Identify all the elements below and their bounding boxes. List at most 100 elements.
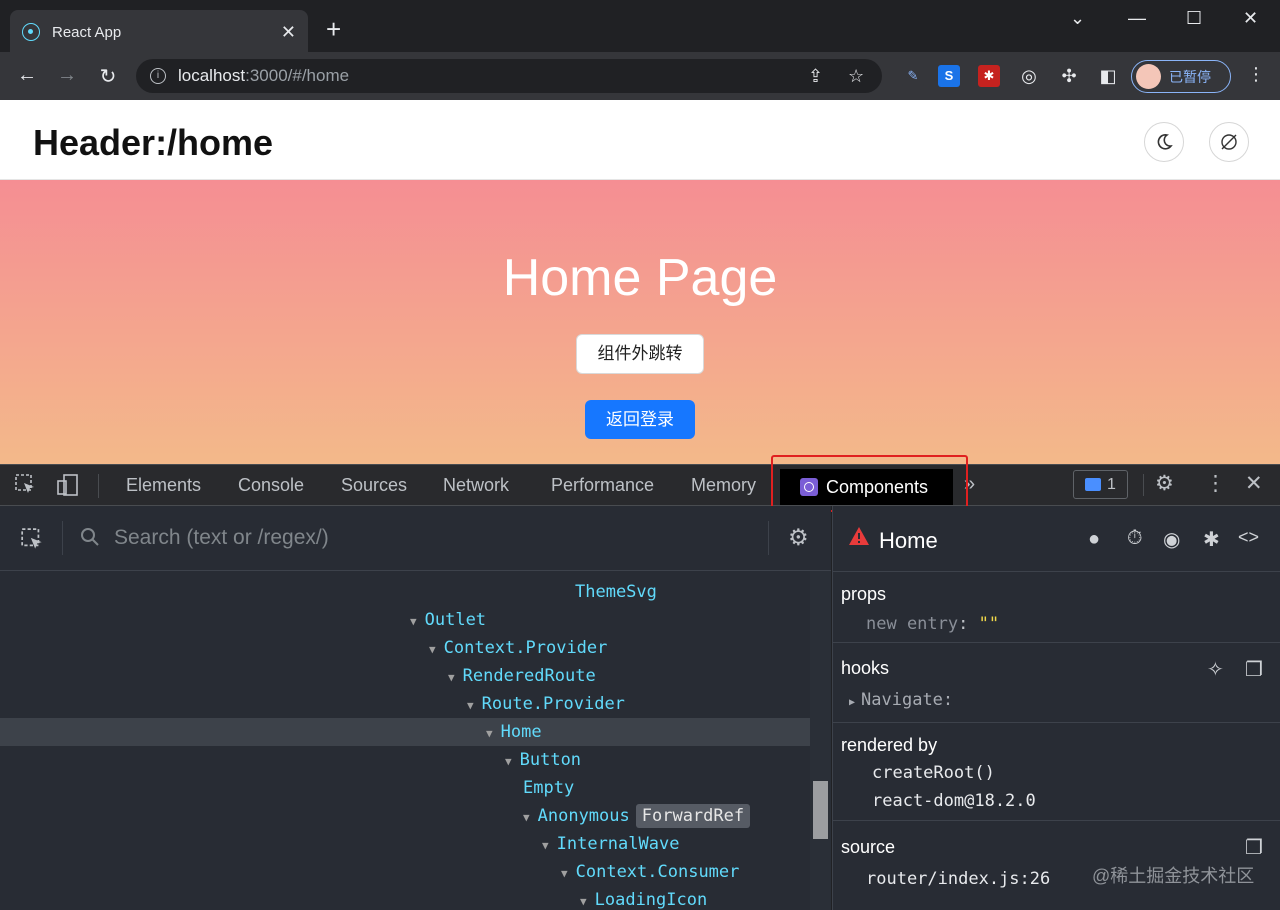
inspector-pane: Home ● ⏱ ◉ ✱ <> props new entry: "" hook… xyxy=(832,506,1280,910)
tree-settings-icon[interactable]: ⚙ xyxy=(788,524,809,551)
tree-node[interactable]: ▼ LoadingIcon xyxy=(0,886,810,910)
tree-node[interactable]: ▼ Outlet xyxy=(0,606,810,634)
tab-console[interactable]: Console xyxy=(238,475,304,496)
address-bar[interactable]: i localhost :3000/#/home xyxy=(136,59,882,93)
back-to-login-button[interactable]: 返回登录 xyxy=(585,400,695,439)
expand-arrow-icon[interactable]: ▶ xyxy=(849,697,855,708)
scrollbar-thumb[interactable] xyxy=(813,781,828,839)
bug-extension-icon[interactable]: ✱ xyxy=(978,65,1000,87)
collapse-arrow-icon[interactable]: ▼ xyxy=(523,811,530,824)
target-extension-icon[interactable]: ◎ xyxy=(1018,65,1040,87)
view-source-icon[interactable]: <> xyxy=(1238,527,1259,548)
tree-node-label: Outlet xyxy=(424,610,487,630)
divider xyxy=(1143,474,1144,496)
collapse-arrow-icon[interactable]: ▼ xyxy=(561,867,568,880)
divider xyxy=(62,521,63,555)
tree-node[interactable]: ▼ Route.Provider xyxy=(0,690,810,718)
component-tree-pane: Search (text or /regex/) ⚙ ThemeSvg ▼ Outl… xyxy=(0,506,831,910)
rendered-by-label: rendered by xyxy=(841,735,938,755)
tab-sources[interactable]: Sources xyxy=(341,475,407,496)
maximize-icon[interactable]: ☐ xyxy=(1186,8,1202,29)
timer-icon[interactable]: ⏱ xyxy=(1127,527,1143,550)
react-favicon-icon xyxy=(22,23,40,41)
tree-node[interactable]: ▼ Home xyxy=(0,718,810,746)
device-toolbar-icon[interactable] xyxy=(56,473,80,502)
chrome-menu-icon[interactable]: ⋮ xyxy=(1247,64,1265,85)
inspect-element-icon[interactable] xyxy=(14,473,38,502)
reload-icon[interactable]: ↻ xyxy=(96,64,120,89)
hero-title: Home Page xyxy=(502,249,778,307)
hero-section: Home Page 组件外跳转 返回登录 xyxy=(0,180,1280,464)
collapse-arrow-icon[interactable]: ▼ xyxy=(467,699,474,712)
tree-node[interactable]: ▼ Context.Provider xyxy=(0,634,810,662)
forward-icon[interactable]: → xyxy=(55,64,79,87)
renderer-create-root[interactable]: createRoot() xyxy=(872,763,995,783)
tab-close-icon[interactable]: ✕ xyxy=(281,22,296,43)
avatar xyxy=(1136,64,1161,89)
collapse-arrow-icon[interactable]: ▼ xyxy=(486,727,493,740)
search-row: Search (text or /regex/) ⚙ xyxy=(0,506,831,571)
props-label: props xyxy=(841,584,887,604)
side-panel-icon[interactable]: ◧ xyxy=(1097,65,1119,87)
tree-node[interactable]: ▼ Context.Consumer xyxy=(0,858,810,886)
prop-value[interactable]: "" xyxy=(979,614,999,634)
collapse-arrow-icon[interactable]: ▼ xyxy=(505,755,512,768)
close-devtools-icon[interactable]: ✕ xyxy=(1245,471,1263,496)
collapse-arrow-icon[interactable]: ▼ xyxy=(410,615,417,628)
rendered-by-section: rendered by createRoot() react-dom@18.2.… xyxy=(833,722,1280,820)
tab-memory[interactable]: Memory xyxy=(691,475,756,496)
collapse-arrow-icon[interactable]: ▼ xyxy=(542,839,549,852)
tree-node[interactable]: Empty xyxy=(0,774,810,802)
magic-wand-icon[interactable]: ✧ xyxy=(1207,657,1224,682)
profile-button[interactable]: 已暂停 xyxy=(1131,60,1231,93)
eye-icon[interactable]: ◉ xyxy=(1163,527,1180,552)
tree-node-label: Route.Provider xyxy=(481,694,625,714)
hook-navigate[interactable]: ▶ Navigate: xyxy=(849,690,953,710)
share-icon[interactable]: ⇪ xyxy=(808,66,823,87)
messages-badge[interactable]: 1 xyxy=(1073,470,1128,499)
s-extension-icon[interactable]: S xyxy=(938,65,960,87)
search-input[interactable]: Search (text or /regex/) xyxy=(114,526,329,550)
palette-off-icon xyxy=(1221,134,1237,150)
prop-new-entry[interactable]: new entry: "" xyxy=(866,614,999,634)
message-icon xyxy=(1085,478,1102,491)
tree-node[interactable]: ▼ Button xyxy=(0,746,810,774)
settings-gear-icon[interactable]: ⚙ xyxy=(1155,471,1174,496)
tab-network[interactable]: Network xyxy=(443,475,509,496)
color-toggle-button[interactable] xyxy=(1209,122,1249,162)
tab-elements[interactable]: Elements xyxy=(126,475,201,496)
site-info-icon[interactable]: i xyxy=(150,68,166,84)
bookmark-star-icon[interactable]: ☆ xyxy=(848,66,864,87)
divider xyxy=(98,474,99,498)
renderer-react-dom[interactable]: react-dom@18.2.0 xyxy=(872,791,1036,811)
bug-log-icon[interactable]: ✱ xyxy=(1203,527,1220,552)
tab-performance[interactable]: Performance xyxy=(551,475,654,496)
more-options-icon[interactable]: ⋮ xyxy=(1205,471,1226,496)
theme-toggle-button[interactable] xyxy=(1144,122,1184,162)
copy-source-icon[interactable]: ❐ xyxy=(1245,835,1263,860)
tree-node[interactable]: ThemeSvg xyxy=(0,578,810,606)
tab-search-icon[interactable]: ⌄ xyxy=(1070,8,1085,29)
error-suspend-icon[interactable]: ● xyxy=(1088,528,1100,551)
select-component-icon[interactable] xyxy=(20,527,46,558)
new-tab-icon[interactable]: + xyxy=(326,16,341,42)
page-header: Header:/home xyxy=(0,100,1280,180)
tree-node-label: Empty xyxy=(523,778,575,798)
browser-tab[interactable]: React App ✕ xyxy=(10,10,308,54)
tree-node[interactable]: ▼ RenderedRoute xyxy=(0,662,810,690)
collapse-arrow-icon[interactable]: ▼ xyxy=(580,895,587,908)
tree-node-label: RenderedRoute xyxy=(462,666,596,686)
puzzle-extensions-icon[interactable]: ✣ xyxy=(1058,65,1080,87)
source-location[interactable]: router/index.js:26 xyxy=(866,869,1050,889)
external-jump-button[interactable]: 组件外跳转 xyxy=(576,334,704,374)
tree-node[interactable]: ▼ InternalWave xyxy=(0,830,810,858)
copy-icon[interactable]: ❐ xyxy=(1245,657,1263,682)
tree-node[interactable]: ▼ Anonymous ForwardRef xyxy=(0,802,810,830)
collapse-arrow-icon[interactable]: ▼ xyxy=(429,643,436,656)
tree-scrollbar[interactable] xyxy=(810,571,831,910)
back-icon[interactable]: ← xyxy=(15,64,39,87)
minimize-icon[interactable]: — xyxy=(1128,8,1146,29)
window-close-icon[interactable]: ✕ xyxy=(1243,8,1258,29)
pen-extension-icon[interactable]: ✎ xyxy=(902,65,924,87)
collapse-arrow-icon[interactable]: ▼ xyxy=(448,671,455,684)
